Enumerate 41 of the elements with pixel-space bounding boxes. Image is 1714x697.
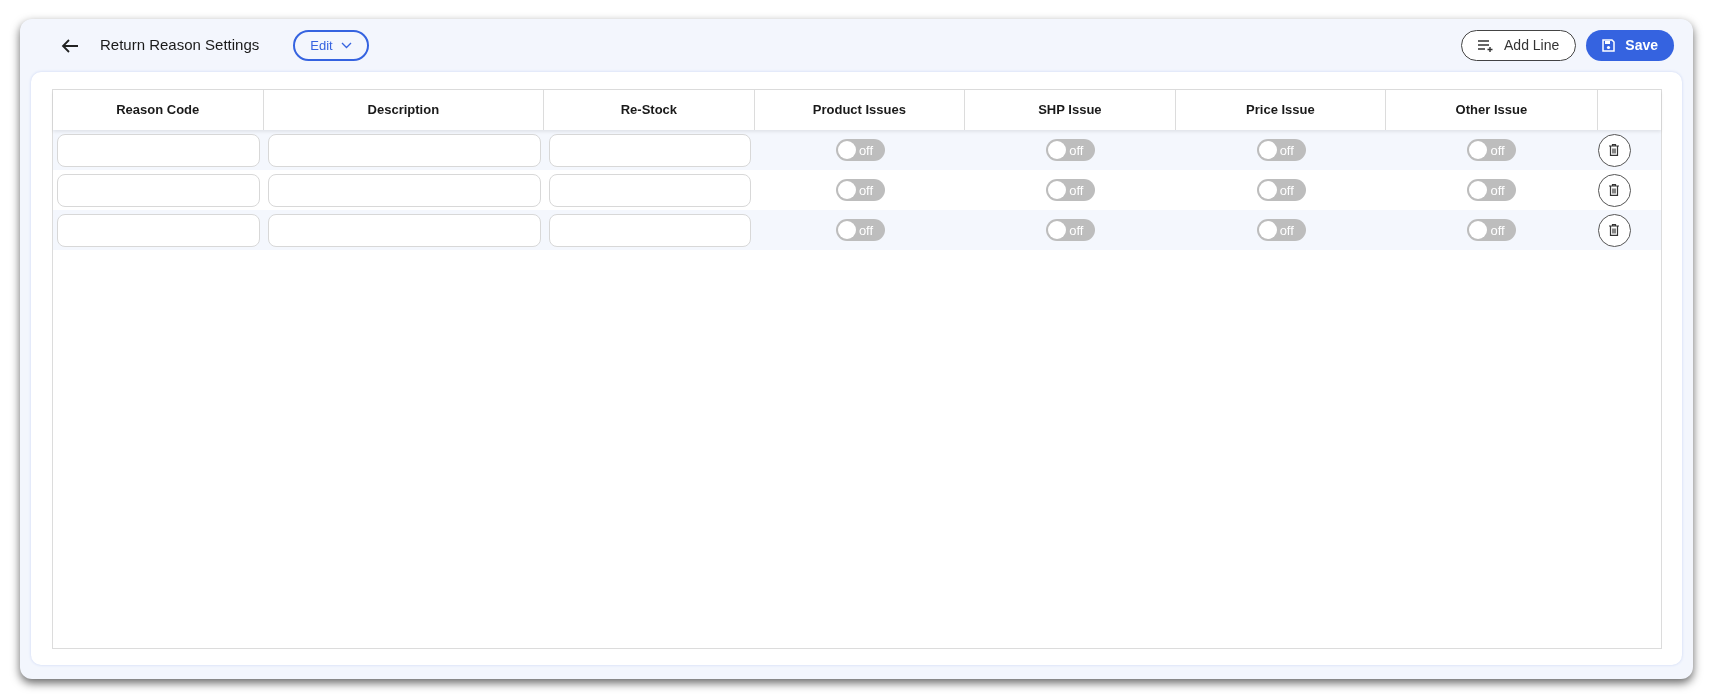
trash-icon <box>1609 144 1620 156</box>
text-field[interactable] <box>267 173 541 207</box>
toggle-switch[interactable]: off <box>1467 139 1517 161</box>
toggle-switch[interactable]: off <box>1256 179 1306 201</box>
toggle-switch[interactable]: off <box>835 179 885 201</box>
page-title: Return Reason Settings <box>100 35 260 56</box>
delete-button[interactable] <box>1597 133 1631 167</box>
column-header: Other Issue <box>1455 101 1528 120</box>
delete-button[interactable] <box>1597 213 1631 247</box>
toggle-switch[interactable]: off <box>835 219 885 241</box>
trash-icon <box>1609 184 1620 196</box>
delete-button[interactable] <box>1597 173 1631 207</box>
toggle-switch[interactable]: off <box>835 139 885 161</box>
column-header: Reason Code <box>116 101 200 120</box>
save-button[interactable]: Save <box>1586 30 1674 61</box>
toggle-switch[interactable]: off <box>1256 219 1306 241</box>
toggle-switch[interactable]: off <box>1046 179 1096 201</box>
toggle-switch[interactable]: off <box>1467 179 1517 201</box>
column-header: SHP Issue <box>1038 101 1102 120</box>
column-header: Product Issues <box>812 101 906 120</box>
text-field[interactable] <box>57 173 260 207</box>
trash-icon <box>1609 224 1620 236</box>
column-header: Description <box>367 101 440 120</box>
toggle-switch[interactable]: off <box>1046 139 1096 161</box>
text-field[interactable] <box>267 133 541 167</box>
add-line-button[interactable]: Add Line <box>1461 30 1577 61</box>
chevron-down-icon <box>340 42 352 49</box>
column-header: Re-Stock <box>620 101 678 120</box>
text-field[interactable] <box>548 133 752 167</box>
column-header: Price Issue <box>1246 101 1315 120</box>
back-arrow-icon <box>61 37 79 54</box>
toggle-switch[interactable]: off <box>1467 219 1517 241</box>
list-add-icon <box>1478 39 1494 52</box>
text-field[interactable] <box>57 133 260 167</box>
toggle-switch[interactable]: off <box>1256 139 1306 161</box>
toggle-switch[interactable]: off <box>1046 219 1096 241</box>
text-field[interactable] <box>57 213 260 247</box>
text-field[interactable] <box>267 213 541 247</box>
text-field[interactable] <box>548 173 752 207</box>
text-field[interactable] <box>548 213 752 247</box>
edit-dropdown-button[interactable]: Edit <box>293 30 369 61</box>
